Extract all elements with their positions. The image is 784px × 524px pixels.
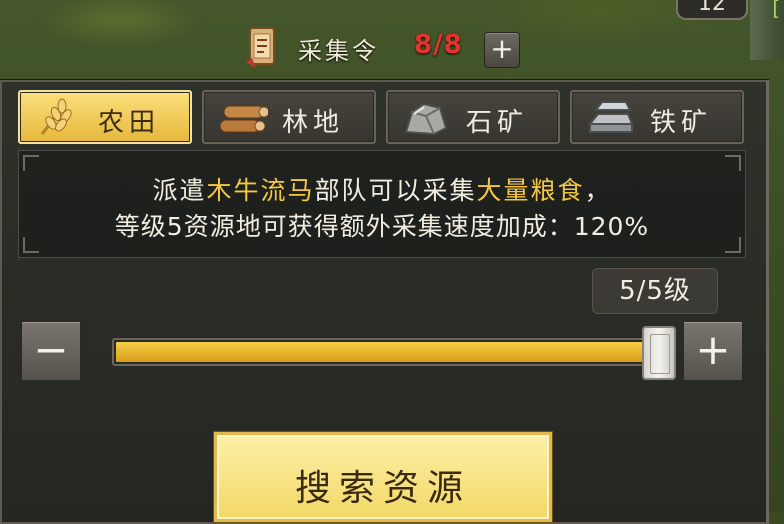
edge-glyph: [: [772, 0, 780, 20]
tab-farmland[interactable]: 农田: [18, 90, 192, 144]
search-resource-label: 搜索资源: [294, 468, 471, 509]
tab-iron-mine[interactable]: 铁矿: [570, 90, 744, 144]
desc-text: 部队可以采集: [314, 176, 477, 205]
desc-highlight-troop: 木牛流马: [206, 176, 315, 205]
wood-logs-icon: [219, 105, 268, 133]
description-line-2: 等级5资源地可获得额外采集速度加成：120%: [114, 212, 650, 241]
gather-order-label: 采集令: [298, 37, 379, 65]
description-line-1: 派遣木牛流马部队可以采集大量粮食，: [19, 171, 745, 207]
increase-level-button[interactable]: +: [682, 320, 744, 382]
gather-order-count: 8/8: [414, 30, 463, 60]
resource-tabs: 农田 林地 石矿 铁矿: [18, 90, 748, 146]
resource-description-box: 派遣木牛流马部队可以采集大量粮食， 等级5资源地可获得额外采集速度加成：120%: [18, 150, 746, 258]
tab-woodland-label: 林地: [282, 108, 345, 138]
tab-stone-mine[interactable]: 石矿: [386, 90, 560, 144]
level-slider-thumb[interactable]: [642, 326, 676, 380]
decrease-level-button[interactable]: −: [20, 320, 82, 382]
tab-woodland[interactable]: 林地: [202, 90, 376, 144]
iron-ingot-icon: [587, 101, 634, 133]
gather-order-bar: 采集令 8/8 +: [236, 24, 536, 72]
level-slider-track[interactable]: [112, 338, 672, 366]
desc-text: 派遣: [152, 176, 207, 205]
tab-stone-mine-label: 石矿: [466, 108, 529, 138]
stone-icon: [404, 102, 448, 136]
map-edge-decoration: [: [750, 0, 784, 60]
search-resource-button[interactable]: 搜索资源: [214, 432, 552, 522]
tab-iron-mine-label: 铁矿: [650, 108, 713, 138]
add-gather-order-button[interactable]: +: [484, 32, 520, 68]
corner-ornament: [23, 155, 39, 171]
corner-ornament: [725, 155, 741, 171]
level-slider-fill: [116, 342, 644, 362]
tab-farmland-label: 农田: [98, 108, 161, 138]
desc-highlight-resource: 大量粮食: [476, 176, 585, 205]
wheat-icon: [40, 98, 72, 135]
top-right-badge: 12: [676, 0, 748, 20]
level-indicator: 5/5级: [592, 268, 718, 314]
desc-text: ，: [584, 176, 612, 205]
scroll-icon: [246, 27, 275, 68]
